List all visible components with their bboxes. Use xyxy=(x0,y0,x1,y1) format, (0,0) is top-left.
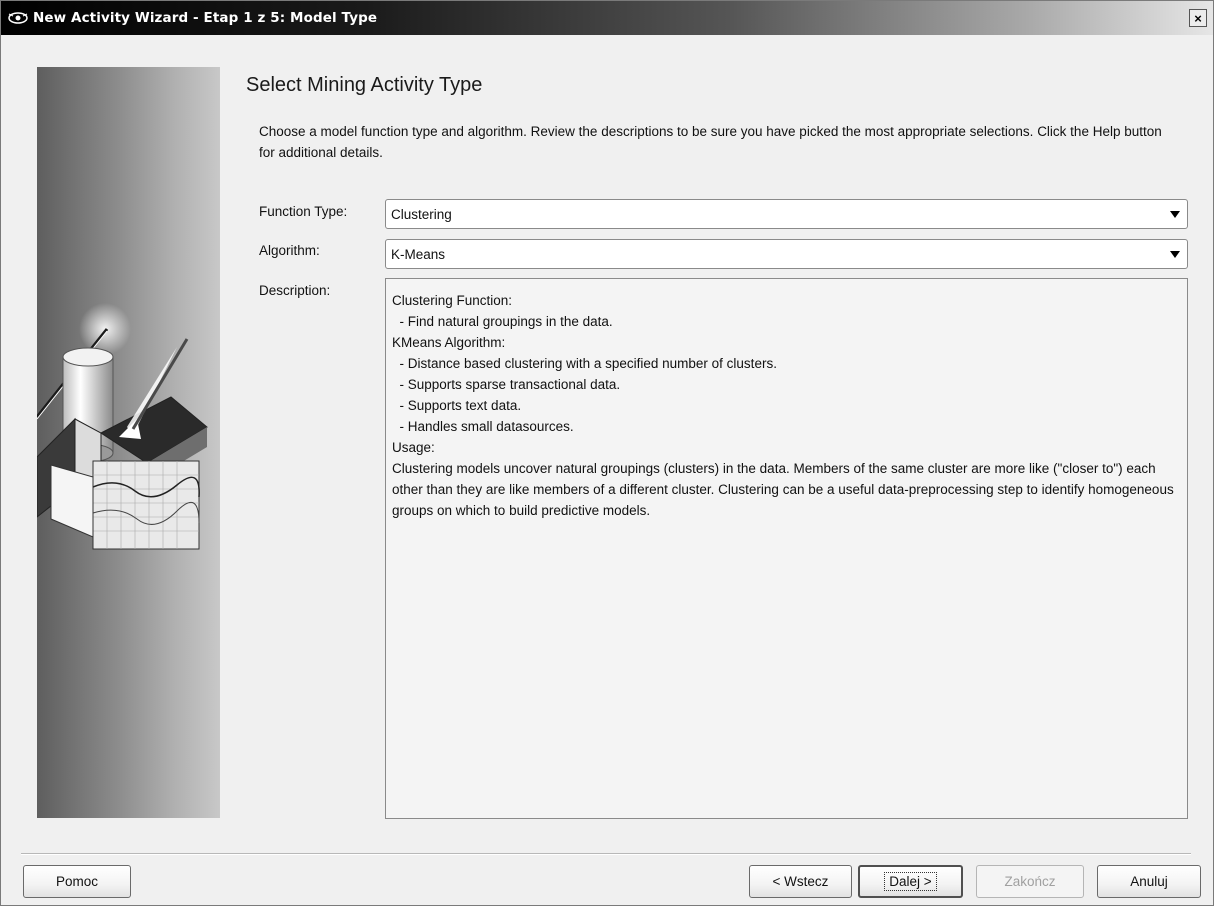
next-button-label: Dalej > xyxy=(884,872,937,891)
finish-button-label: Zakończ xyxy=(1004,874,1056,889)
next-button[interactable]: Dalej > xyxy=(858,865,963,898)
button-separator xyxy=(21,853,1191,855)
function-type-label: Function Type: xyxy=(259,204,348,219)
description-line: - Supports text data. xyxy=(392,398,522,413)
function-type-value: Clustering xyxy=(391,206,452,222)
description-textarea[interactable]: Clustering Function: - Find natural grou… xyxy=(385,278,1188,819)
description-label: Description: xyxy=(259,283,331,298)
help-button[interactable]: Pomoc xyxy=(23,865,131,898)
algorithm-select[interactable]: K-Means xyxy=(385,239,1188,269)
description-line: - Distance based clustering with a speci… xyxy=(392,356,777,371)
intro-text: Choose a model function type and algorit… xyxy=(259,124,1162,160)
cancel-button[interactable]: Anuluj xyxy=(1097,865,1201,898)
side-illustration xyxy=(37,67,220,818)
description-line: - Supports sparse transactional data. xyxy=(392,377,621,392)
finish-button[interactable]: Zakończ xyxy=(976,865,1084,898)
close-icon: × xyxy=(1194,10,1202,26)
description-line: - Handles small datasources. xyxy=(392,419,574,434)
description-line: - Find natural groupings in the data. xyxy=(392,314,613,329)
description-line: Usage: xyxy=(392,440,435,455)
algorithm-label: Algorithm: xyxy=(259,243,320,258)
close-button[interactable]: × xyxy=(1189,9,1207,27)
back-button-label: < Wstecz xyxy=(772,874,829,889)
description-line: Clustering models uncover natural groupi… xyxy=(392,461,1178,518)
chevron-down-icon xyxy=(1170,251,1180,258)
cancel-button-label: Anuluj xyxy=(1130,874,1168,889)
help-button-label: Pomoc xyxy=(55,874,99,889)
wizard-window: New Activity Wizard - Etap 1 z 5: Model … xyxy=(0,0,1214,906)
chevron-down-icon xyxy=(1170,211,1180,218)
back-button[interactable]: < Wstecz xyxy=(749,865,852,898)
description-line: Clustering Function: xyxy=(392,293,513,308)
window-title: New Activity Wizard - Etap 1 z 5: Model … xyxy=(33,10,378,26)
wizard-eye-icon xyxy=(7,10,29,26)
description-line: KMeans Algorithm: xyxy=(392,335,506,350)
title-bar[interactable]: New Activity Wizard - Etap 1 z 5: Model … xyxy=(1,1,1213,35)
function-type-select[interactable]: Clustering xyxy=(385,199,1188,229)
page-title: Select Mining Activity Type xyxy=(246,74,483,96)
algorithm-value: K-Means xyxy=(391,246,446,262)
